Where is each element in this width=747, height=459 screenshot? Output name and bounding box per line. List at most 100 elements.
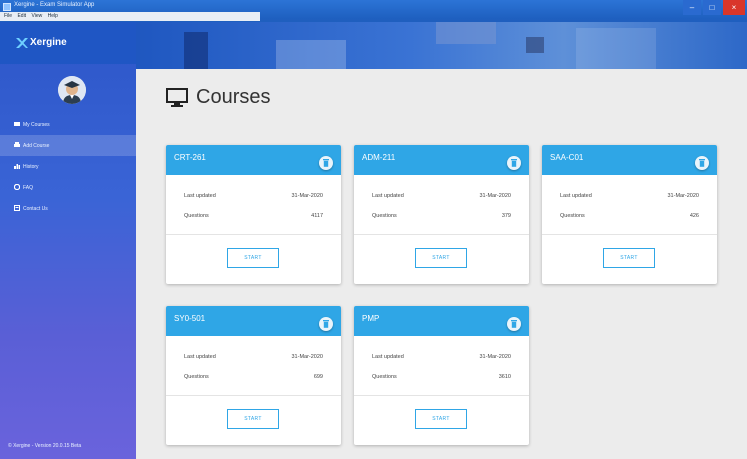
last-updated-value: 31-Mar-2020 <box>479 354 512 360</box>
start-button[interactable]: START <box>603 248 655 268</box>
card-divider <box>354 395 529 396</box>
sidebar-item-label: Contact Us <box>23 205 48 212</box>
questions-value: 3610 <box>498 374 511 380</box>
course-card: SY0-501 Last updated 31-Mar-2020 Questio… <box>166 306 341 445</box>
card-divider <box>166 234 341 235</box>
card-divider <box>354 234 529 235</box>
last-updated-row: Last updated 31-Mar-2020 <box>372 354 511 364</box>
course-card: CRT-261 Last updated 31-Mar-2020 Questio… <box>166 145 341 284</box>
sidebar-item-my-courses[interactable]: My Courses <box>0 114 136 135</box>
trash-icon <box>323 320 329 328</box>
last-updated-label: Last updated <box>560 193 592 199</box>
questions-label: Questions <box>184 213 209 219</box>
banner-shape <box>576 28 656 69</box>
delete-course-button[interactable] <box>507 156 521 170</box>
main-content: Courses CRT-261 Last updated 31-Mar-2020… <box>136 69 747 459</box>
last-updated-value: 31-Mar-2020 <box>291 354 324 360</box>
sidebar-item-contact-us[interactable]: Contact Us <box>0 198 136 219</box>
page-title: Courses <box>166 86 270 109</box>
contact-icon <box>14 205 20 211</box>
delete-course-button[interactable] <box>695 156 709 170</box>
last-updated-value: 31-Mar-2020 <box>479 193 512 199</box>
menu-help[interactable]: Help <box>48 13 58 19</box>
questions-value: 699 <box>313 374 323 380</box>
sidebar-item-add-course[interactable]: Add Course <box>0 135 136 156</box>
menu-edit[interactable]: Edit <box>17 13 26 19</box>
questions-label: Questions <box>372 213 397 219</box>
last-updated-label: Last updated <box>372 193 404 199</box>
course-code: CRT-261 <box>174 153 206 162</box>
course-card-header: SY0-501 <box>166 306 341 336</box>
card-divider <box>166 395 341 396</box>
questions-row: Questions 699 <box>184 374 323 384</box>
page-title-text: Courses <box>196 86 271 108</box>
last-updated-row: Last updated 31-Mar-2020 <box>184 193 323 203</box>
brand-name: Xergine <box>30 37 67 48</box>
questions-row: Questions 379 <box>372 213 511 223</box>
brand-header: Xergine <box>0 22 136 64</box>
questions-row: Questions 426 <box>560 213 699 223</box>
graduate-avatar-icon <box>58 76 86 104</box>
questions-row: Questions 3610 <box>372 374 511 384</box>
start-button[interactable]: START <box>415 248 467 268</box>
add-icon <box>14 142 20 147</box>
sidebar-item-history[interactable]: History <box>0 156 136 177</box>
course-code: SAA-C01 <box>550 153 584 162</box>
sidebar-item-faq[interactable]: FAQ <box>0 177 136 198</box>
delete-course-button[interactable] <box>319 156 333 170</box>
questions-row: Questions 4117 <box>184 213 323 223</box>
maximize-button[interactable]: □ <box>703 0 721 15</box>
sidebar-nav: My Courses Add Course History FAQ Contac… <box>0 114 136 219</box>
last-updated-row: Last updated 31-Mar-2020 <box>372 193 511 203</box>
menu-bar: File Edit View Help <box>0 12 260 21</box>
questions-label: Questions <box>372 374 397 380</box>
monitor-icon <box>166 87 188 107</box>
course-code: SY0-501 <box>174 314 206 323</box>
delete-course-button[interactable] <box>507 317 521 331</box>
banner-shape <box>184 32 208 69</box>
course-card-header: PMP <box>354 306 529 336</box>
version-text: © Xergine - Version 20.0.15 Beta <box>8 443 82 449</box>
sidebar-item-label: History <box>23 163 39 170</box>
course-card: ADM-211 Last updated 31-Mar-2020 Questio… <box>354 145 529 284</box>
chart-icon <box>14 164 20 169</box>
app-icon <box>3 3 11 11</box>
questions-label: Questions <box>184 374 209 380</box>
window-title: Xergine - Exam Simulator App <box>14 2 95 8</box>
delete-course-button[interactable] <box>319 317 333 331</box>
help-icon <box>14 184 20 190</box>
questions-value: 4117 <box>311 213 323 219</box>
minimize-button[interactable]: – <box>683 0 701 15</box>
user-avatar[interactable] <box>58 76 86 104</box>
book-icon <box>14 122 20 126</box>
course-code: ADM-211 <box>362 153 396 162</box>
course-card: SAA-C01 Last updated 31-Mar-2020 Questio… <box>542 145 717 284</box>
trash-icon <box>699 159 705 167</box>
start-button[interactable]: START <box>415 409 467 429</box>
last-updated-row: Last updated 31-Mar-2020 <box>184 354 323 364</box>
trash-icon <box>323 159 329 167</box>
questions-label: Questions <box>560 213 585 219</box>
close-button[interactable]: × <box>723 0 745 15</box>
last-updated-label: Last updated <box>184 354 216 360</box>
last-updated-label: Last updated <box>372 354 404 360</box>
last-updated-value: 31-Mar-2020 <box>291 193 324 199</box>
questions-value: 379 <box>501 213 511 219</box>
start-button[interactable]: START <box>227 248 279 268</box>
xergine-logo-icon <box>16 38 28 48</box>
minimize-icon: – <box>689 2 695 12</box>
questions-value: 426 <box>689 213 699 219</box>
maximize-icon: □ <box>709 2 715 12</box>
menu-view[interactable]: View <box>31 13 42 19</box>
trash-icon <box>511 320 517 328</box>
last-updated-value: 31-Mar-2020 <box>667 193 700 199</box>
menu-file[interactable]: File <box>4 13 12 19</box>
course-card-header: SAA-C01 <box>542 145 717 175</box>
course-code: PMP <box>362 314 380 323</box>
start-button[interactable]: START <box>227 409 279 429</box>
course-card: PMP Last updated 31-Mar-2020 Questions 3… <box>354 306 529 445</box>
header-banner <box>136 22 747 69</box>
banner-shape <box>276 40 346 69</box>
sidebar-item-label: FAQ <box>23 184 34 191</box>
banner-shape <box>436 22 496 44</box>
